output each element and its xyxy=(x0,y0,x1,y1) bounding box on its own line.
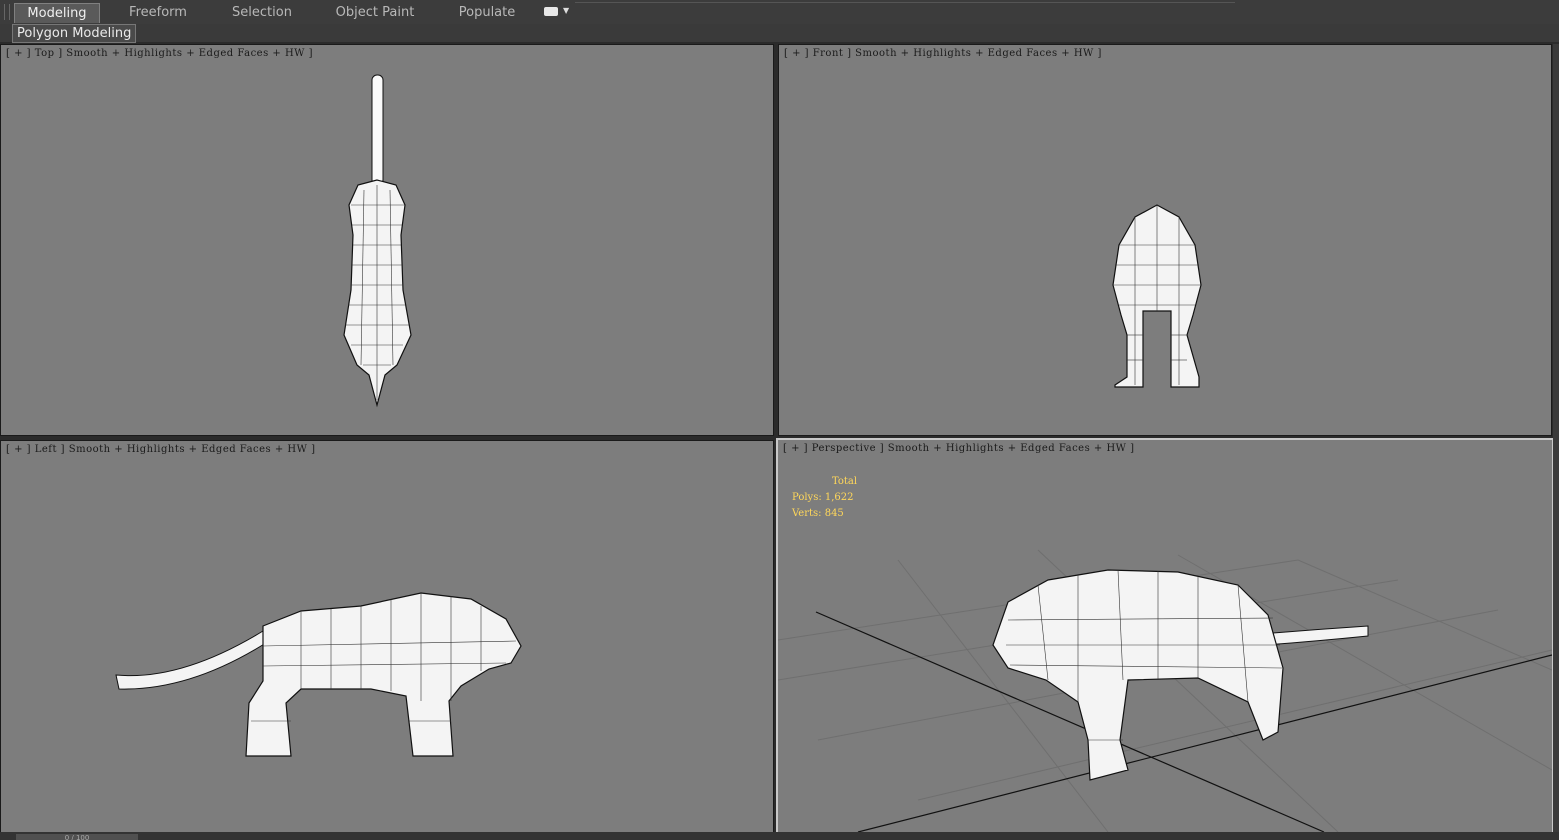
ribbon-panel-bar xyxy=(0,24,1559,42)
viewport-front[interactable]: [ + ] Front ] Smooth + Highlights + Edge… xyxy=(778,44,1552,436)
tab-object-paint[interactable]: Object Paint xyxy=(330,3,420,22)
tab-selection[interactable]: Selection xyxy=(222,3,302,22)
viewport-perspective[interactable]: [ + ] Perspective ] Smooth + Highlights … xyxy=(776,438,1554,834)
tab-populate[interactable]: Populate xyxy=(450,3,524,22)
time-slider[interactable]: 0 / 100 xyxy=(16,834,138,840)
dropdown-toggle-icon[interactable] xyxy=(544,7,558,16)
viewport-top[interactable]: [ + ] Top ] Smooth + Highlights + Edged … xyxy=(0,44,774,436)
panther-front-mesh xyxy=(1112,204,1202,388)
ribbon-divider xyxy=(575,2,1235,3)
timeline-bar xyxy=(0,832,1559,840)
viewport-left[interactable]: [ + ] Left ] Smooth + Highlights + Edged… xyxy=(0,440,774,834)
perspective-grid-and-mesh xyxy=(778,549,1552,832)
tab-modeling[interactable]: Modeling xyxy=(14,3,100,23)
command-panel-edge xyxy=(1553,44,1559,840)
ribbon-tab-bar: Modeling Freeform Selection Object Paint… xyxy=(0,0,1559,25)
tab-freeform[interactable]: Freeform xyxy=(118,3,198,22)
panther-top-mesh xyxy=(343,74,412,408)
polygon-modeling-panel[interactable]: Polygon Modeling xyxy=(12,24,137,43)
panther-left-mesh xyxy=(115,592,522,757)
ribbon-grip-handle[interactable] xyxy=(4,4,10,20)
chevron-down-icon[interactable]: ▼ xyxy=(563,6,569,15)
